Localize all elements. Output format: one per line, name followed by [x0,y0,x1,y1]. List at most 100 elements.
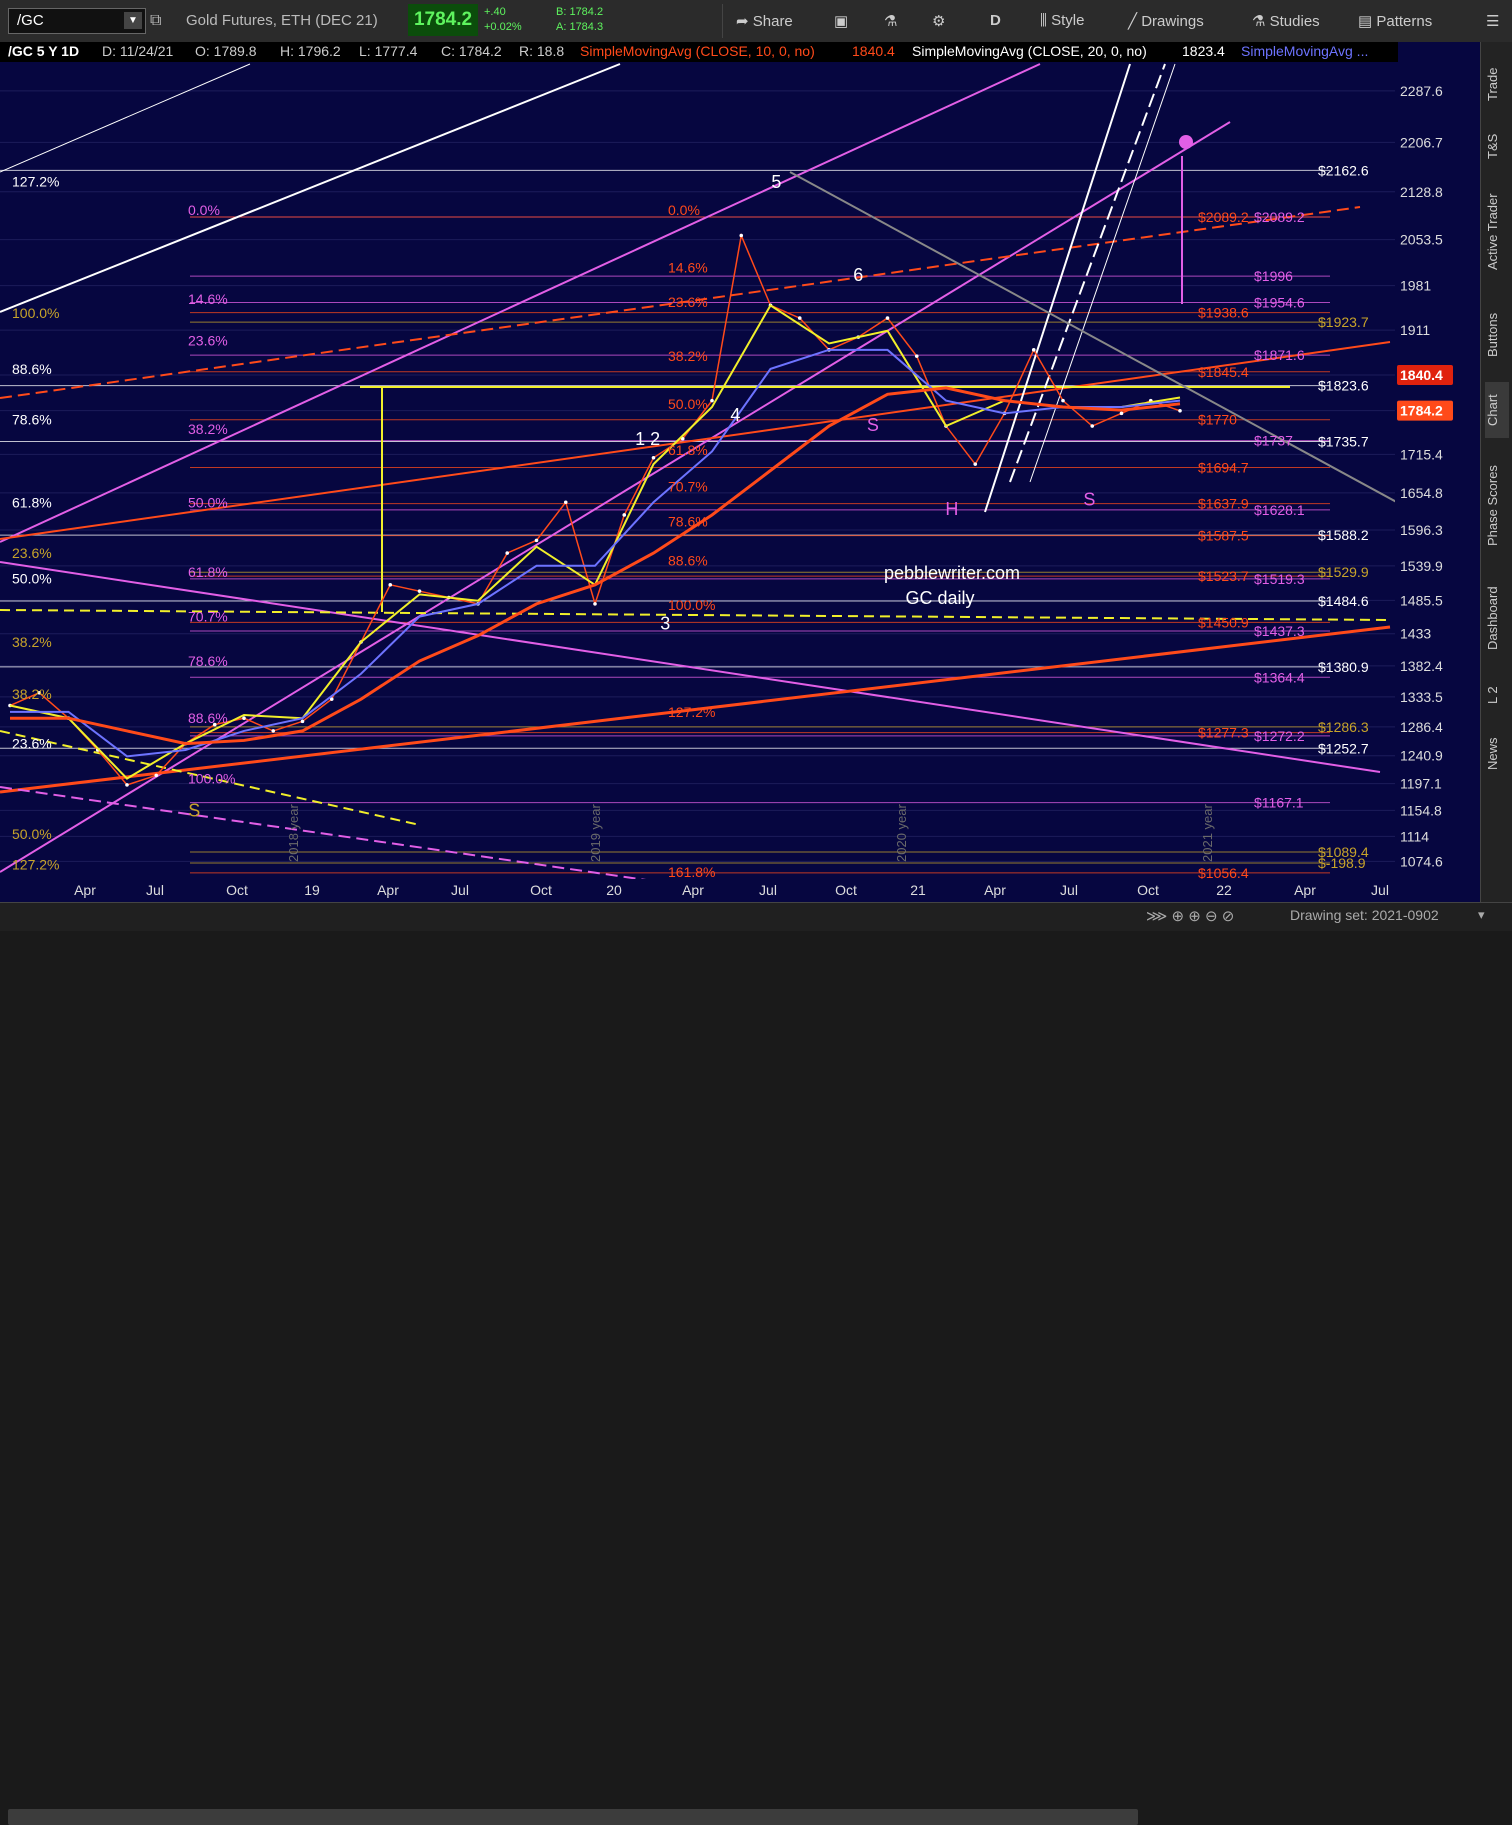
y-axis[interactable]: 2287.6 2206.7 2128.8 2053.5 1981 1911 1840.4 17… [1395,42,1480,902]
settings-sliders-icon[interactable]: ☰ [1486,12,1499,30]
symbol-dropdown-icon[interactable]: ▼ [124,12,142,29]
flask-icon[interactable]: ⚗ [884,12,897,30]
gear-icon[interactable]: ⚙ [932,12,945,30]
drawing-set-label[interactable]: Drawing set: 2021-0902 [1290,907,1439,923]
y-tick-label: 1433 [1400,626,1431,642]
year-label: 2019 year [588,804,603,862]
price-point [300,719,305,724]
wave-label: 4 [730,405,740,425]
header-date: D: 11/24/21 [102,43,174,59]
price-point [534,538,539,543]
level-label: $1628.1 [1254,502,1305,518]
level-label: $1519.3 [1254,571,1305,587]
tab-dashboard[interactable]: Dashboard [1485,576,1509,660]
studies-button[interactable]: ⚗ Studies [1252,12,1320,30]
y-tick-label: 2206.7 [1400,134,1443,150]
level-label: $1587.5 [1198,528,1249,544]
tab-chart[interactable]: Chart [1485,382,1509,438]
x-tick-label: Jul [451,882,469,898]
tab-active-trader[interactable]: Active Trader [1485,182,1509,282]
y-tick-label: 1382.4 [1400,658,1443,674]
price-point [593,602,597,606]
tab-level2[interactable]: L 2 [1485,680,1509,710]
tab-buttons[interactable]: Buttons [1485,302,1509,368]
watermark-line2: GC daily [905,588,974,608]
mid-fib-label: 14.6% [188,291,228,307]
header-open: O: 1789.8 [195,43,257,59]
drawings-button[interactable]: ╱ Drawings [1128,12,1204,30]
chart-header: /GC 5 Y 1D D: 11/24/21 O: 1789.8 H: 1796… [0,42,1398,62]
right-fib-label: 0.0% [668,202,700,218]
y-tick-label: 2053.5 [1400,232,1443,248]
year-label: 2018 year [286,804,301,862]
chart-scrollbar[interactable] [8,1809,1138,1825]
left-fib-label: 127.2% [12,856,59,872]
x-tick-label: Oct [835,882,857,898]
wave-label: 6 [853,265,863,285]
header-close: C: 1784.2 [441,43,502,59]
level-label: $1167.1 [1254,795,1304,811]
y-tick-label: 1596.3 [1400,522,1443,538]
zoom-controls[interactable]: ⋙ ⊕ ⊕ ⊖ ⊘ [1146,907,1234,925]
header-low: L: 1777.4 [359,43,418,59]
screenshot-icon[interactable]: ▣ [834,12,848,30]
chart-area[interactable]: 127.2% 100.0% 88.6% 78.6% 61.8% 23.6% 50.0% 38.… [0,42,1480,902]
x-tick-label: Apr [1294,882,1316,898]
drawing-set-dropdown-icon[interactable]: ▾ [1478,907,1485,923]
wave-label: S [188,801,200,821]
level-label: $1770 [1198,412,1237,428]
price-point [125,783,129,787]
style-button[interactable]: ⫼ Style [1040,12,1084,29]
level-label: $1823.6 [1318,378,1369,394]
share-button[interactable]: ➦ Share [736,12,793,30]
year-label: 2020 year [894,804,909,862]
price-point [505,551,510,555]
tab-time-and-sales[interactable]: T&S [1485,126,1509,166]
level-label: $1735.7 [1318,433,1369,449]
level-label: $1954.6 [1254,294,1305,310]
price-point [914,354,919,358]
level-label: $-198.9 [1318,855,1366,871]
right-fib-label: 14.6% [668,259,708,275]
price-point [1061,398,1065,403]
left-fib-label: 38.2% [12,634,52,650]
style-label: Style [1051,12,1085,29]
y-tick-label: 1654.8 [1400,485,1443,501]
tab-trade[interactable]: Trade [1485,54,1509,114]
wave-label: 1 2 [635,429,660,449]
mid-fib-label: 50.0% [188,494,228,510]
level-label: $1529.9 [1318,564,1369,580]
sma20-label: SimpleMovingAvg (CLOSE, 20, 0, no) [912,43,1147,59]
last-price: 1784.2 [408,4,478,36]
price-point [885,316,890,320]
left-fib-label: 127.2% [12,174,59,190]
y-tick-label: 1981 [1400,278,1431,294]
patterns-button[interactable]: ▤ Patterns [1358,12,1432,30]
link-icon[interactable]: ⧉ [150,12,161,30]
tab-phase-scores[interactable]: Phase Scores [1485,460,1509,552]
price-point [622,513,627,517]
mid-fib-label: 78.6% [188,653,228,669]
symbol-input[interactable]: /GC ▼ [8,8,146,34]
tab-news[interactable]: News [1485,732,1509,776]
period-button[interactable]: D [990,12,1001,29]
right-fib-label: 100.0% [668,597,715,613]
chart-symbol: /GC 5 Y 1D [8,43,80,59]
price-point [417,589,422,593]
x-tick-label: Jul [1371,882,1389,898]
change-value: +.40 [484,6,506,18]
x-tick-label: Apr [682,882,704,898]
price-chart[interactable]: 127.2%100.0%88.6%78.6%61.8%23.6%50.0%38.… [0,42,1480,902]
share-label: Share [752,13,793,30]
price-change: +.40 +0.02% [484,5,522,35]
wave-label: 5 [771,172,781,192]
level-label: $2089.2 [1198,209,1249,225]
x-axis[interactable]: Apr Jul Oct 19 Apr Jul Oct 20 Apr Jul Oct 21 Apr Jul O… [0,879,1395,902]
mid-fib-label: 100.0% [188,771,235,787]
x-tick-label: Oct [530,882,552,898]
left-fib-label: 88.6% [12,361,52,377]
price-point [271,729,276,733]
right-fib-label: 127.2% [668,704,715,720]
level-label: $2089.2 [1254,209,1305,225]
y-tick-label: 1074.6 [1400,853,1443,869]
